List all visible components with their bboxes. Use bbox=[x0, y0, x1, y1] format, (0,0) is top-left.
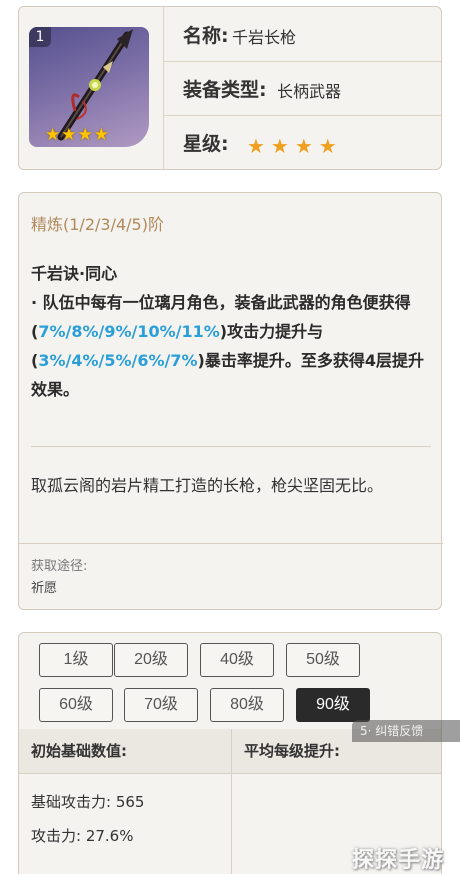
type-value: 长柄武器 bbox=[277, 82, 342, 101]
level-button-40[interactable]: 40级 bbox=[200, 643, 274, 677]
source-value: 祈愿 bbox=[31, 581, 58, 596]
rarity-stars: ★★★★ bbox=[247, 134, 343, 158]
skill-name: 千岩诀·同心 bbox=[31, 264, 118, 283]
info-row-divider bbox=[164, 61, 441, 62]
site-watermark: 探探手游网 bbox=[352, 848, 445, 873]
source-label: 获取途径: bbox=[31, 559, 88, 574]
attack-percent-stat: 攻击力: 27.6% bbox=[31, 827, 134, 845]
level-button-1[interactable]: 1级 bbox=[39, 643, 113, 677]
weapon-stats-card: 1级 20级 40级 50级 60级 70级 80级 90级 初始基础数值: 平… bbox=[18, 632, 442, 874]
name-label: 名称: bbox=[183, 25, 229, 47]
atk-bonus-values: 7%/8%/9%/10%/11% bbox=[38, 322, 220, 341]
thumbnail-level-badge: 1 bbox=[29, 27, 51, 47]
weapon-description-card: 精炼(1/2/3/4/5)阶 千岩诀·同心 · 队伍中每有一位璃月角色，装备此武… bbox=[18, 192, 443, 610]
weapon-lore: 取孤云阁的岩片精工打造的长枪，枪尖坚固无比。 bbox=[31, 476, 384, 495]
level-button-60[interactable]: 60级 bbox=[39, 688, 113, 722]
level-button-70[interactable]: 70级 bbox=[124, 688, 198, 722]
level-button-90[interactable]: 90级 bbox=[296, 688, 370, 722]
weapon-thumbnail: 1 ★★★★ bbox=[29, 27, 149, 147]
level-button-80[interactable]: 80级 bbox=[210, 688, 284, 722]
base-attack-stat: 基础攻击力: 565 bbox=[31, 793, 145, 811]
crit-bonus-values: 3%/4%/5%/6%/7% bbox=[38, 351, 198, 370]
base-stats-header: 初始基础数值: bbox=[19, 729, 231, 773]
info-divider bbox=[163, 7, 164, 169]
refinement-title: 精炼(1/2/3/4/5)阶 bbox=[31, 215, 164, 234]
level-button-50[interactable]: 50级 bbox=[286, 643, 360, 677]
skill-effect: · 队伍中每有一位璃月角色，装备此武器的角色便获得(7%/8%/9%/10%/1… bbox=[31, 288, 435, 404]
rarity-label: 星级: bbox=[183, 133, 229, 155]
type-label: 装备类型: bbox=[183, 79, 267, 101]
weapon-info-card: 1 ★★★★ 名称: 千岩长枪 装备类型: 长柄武器 星级: ★★★★ bbox=[18, 6, 442, 170]
thumbnail-stars: ★★★★ bbox=[45, 125, 110, 145]
level-button-20[interactable]: 20级 bbox=[114, 643, 188, 677]
name-value: 千岩长枪 bbox=[232, 28, 297, 47]
skill-description: 千岩诀·同心 · 队伍中每有一位璃月角色，装备此武器的角色便获得(7%/8%/9… bbox=[31, 259, 435, 404]
feedback-tag[interactable]: 5· 纠错反馈 bbox=[352, 720, 460, 742]
section-divider bbox=[31, 446, 431, 447]
table-column-divider bbox=[231, 729, 232, 874]
section-divider bbox=[19, 543, 443, 544]
info-row-divider bbox=[164, 115, 441, 116]
